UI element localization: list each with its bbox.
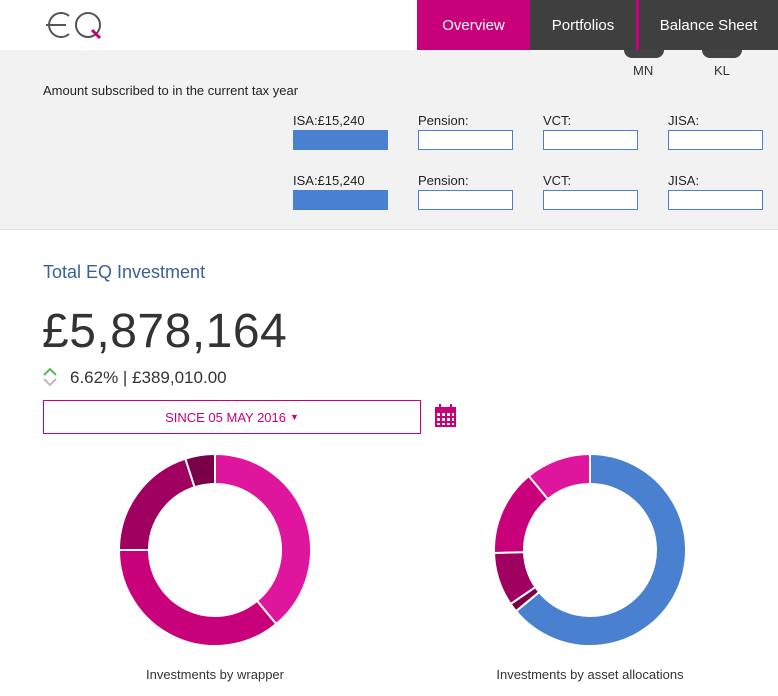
subscription-panel: [0, 50, 778, 230]
since-date-label: SINCE 05 MAY 2016: [165, 409, 286, 425]
eq-logo[interactable]: [42, 8, 106, 42]
asset-donut-chart[interactable]: [490, 450, 690, 650]
vct-field[interactable]: [543, 130, 638, 150]
avatar[interactable]: [624, 50, 664, 58]
wrapper-chart-label: Investments by wrapper: [145, 667, 284, 682]
pension-label: Pension:: [418, 113, 469, 128]
isa-progress-bar: [293, 190, 388, 210]
pension-field[interactable]: [418, 130, 513, 150]
vct-label: VCT:: [543, 173, 572, 188]
since-date-dropdown[interactable]: SINCE 05 MAY 2016 ▼: [43, 400, 421, 434]
isa-label: ISA:£15,240: [293, 173, 365, 188]
isa-label: ISA:£15,240: [293, 113, 365, 128]
total-investment-amount: £5,878,164: [42, 305, 288, 358]
jisa-field[interactable]: [668, 130, 763, 150]
nav-balance-sheet[interactable]: Balance Sheet: [636, 0, 778, 50]
nav-overview[interactable]: Overview: [417, 0, 530, 50]
jisa-label: JISA:: [668, 173, 700, 188]
isa-progress-bar: [293, 130, 388, 150]
pension-label: Pension:: [418, 173, 469, 188]
vct-field[interactable]: [543, 190, 638, 210]
calendar-icon[interactable]: [434, 404, 457, 428]
caret-down-icon: ▼: [290, 412, 299, 422]
asset-chart-label: Investments by asset allocations: [496, 667, 684, 682]
up-down-chevron-icon: [43, 367, 57, 387]
donut-slice[interactable]: [214, 452, 312, 626]
nav-portfolios[interactable]: Portfolios: [530, 0, 636, 50]
subscription-title: Amount subscribed to in the current tax …: [43, 83, 299, 98]
investment-change: 6.62% | £389,010.00: [70, 368, 227, 387]
avatar-initials: KL: [714, 63, 730, 78]
pension-field[interactable]: [418, 190, 513, 210]
avatar[interactable]: [702, 50, 742, 58]
top-bar: Overview Portfolios Balance Sheet: [0, 0, 778, 50]
donut-slice[interactable]: [117, 549, 278, 647]
jisa-field[interactable]: [668, 190, 763, 210]
wrapper-donut-chart[interactable]: [115, 450, 315, 650]
avatar-initials: MN: [633, 63, 654, 78]
total-investment-title: Total EQ Investment: [43, 262, 206, 282]
jisa-label: JISA:: [668, 113, 700, 128]
vct-label: VCT:: [543, 113, 572, 128]
donut-slice[interactable]: [117, 457, 196, 551]
